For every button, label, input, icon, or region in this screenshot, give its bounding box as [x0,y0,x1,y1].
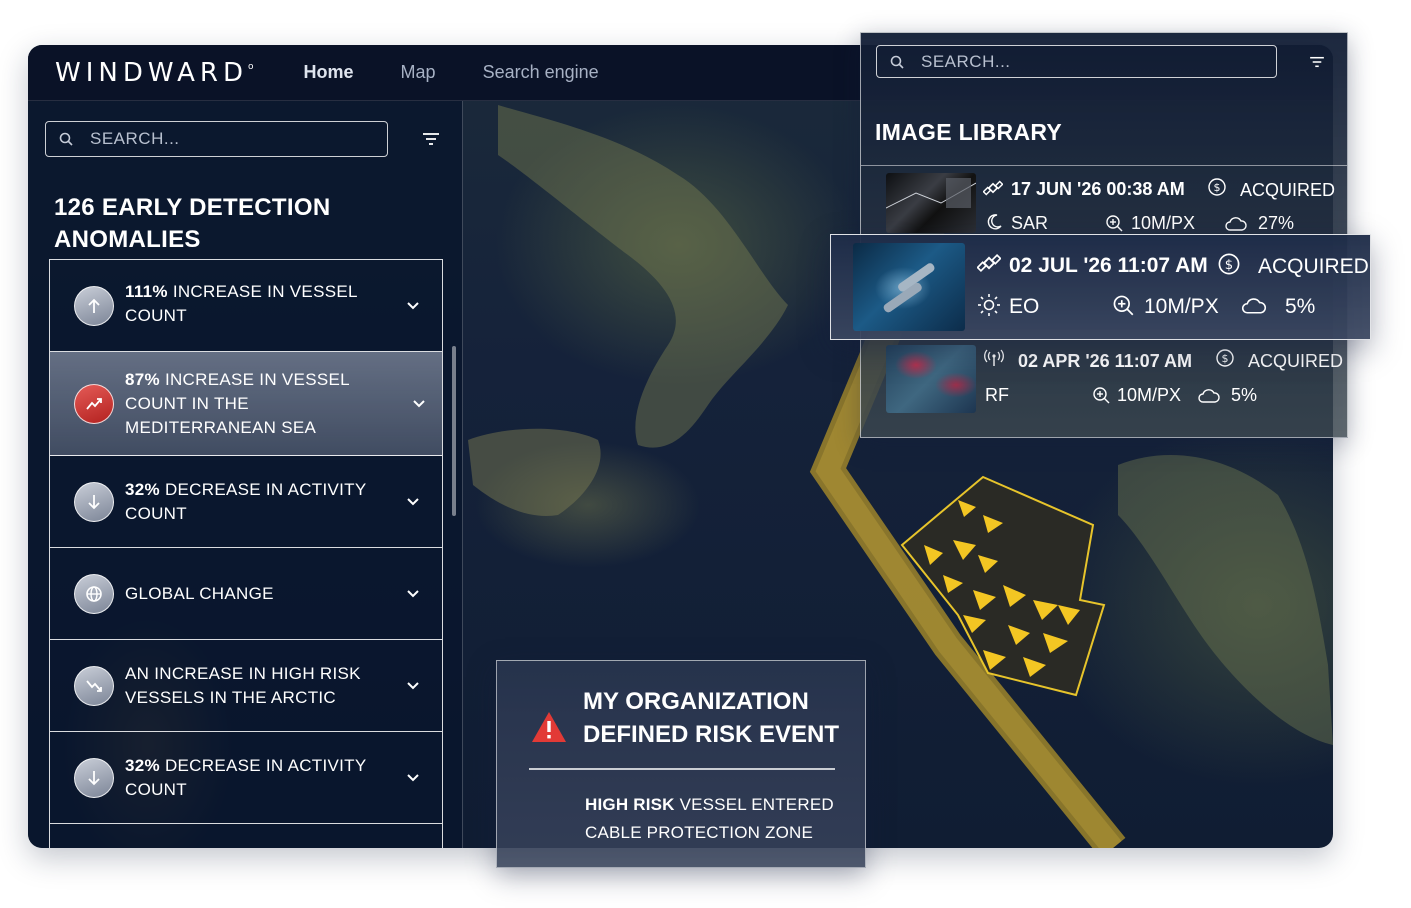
filter-icon[interactable] [1309,56,1325,68]
brand-logo[interactable]: WINDWARDo [55,58,254,88]
anomaly-item[interactable]: AN INCREASE IN HIGH RISK VESSELS IN THE … [50,640,442,732]
anomaly-item[interactable]: 32% DECREASE IN ACTIVITY COUNT [50,456,442,548]
cloud-cover: 5% [1231,385,1258,405]
anomalies-title: 126 EARLY DETECTION ANOMALIES [54,194,331,253]
warning-icon [532,712,566,742]
italy-landmass [498,105,788,448]
chevron-down-icon[interactable] [412,399,426,409]
cloud-cover: 5% [1285,295,1316,318]
chevron-down-icon[interactable] [406,589,420,599]
chevron-down-icon[interactable] [406,681,420,691]
cloud-icon [1225,217,1247,231]
satellite-icon [983,180,1003,196]
image-library-title: IMAGE LIBRARY [875,119,1063,145]
zoom-in-icon [1093,387,1110,404]
library-search-box[interactable] [876,45,1277,78]
risk-event-title: MY ORGANIZATION DEFINED RISK EVENT [583,688,840,748]
dollar-coin-icon: $ [1216,349,1234,367]
anomaly-text: AN INCREASE IN HIGH RISK VESSELS IN THE … [125,664,361,707]
anomalies-list: 111% INCREASE IN VESSEL COUNT 87% INCREA… [49,259,443,848]
chevron-down-icon[interactable] [406,301,420,311]
sidebar-search-input[interactable] [90,129,363,149]
cloud-icon [1241,298,1267,314]
globe-icon [74,573,114,614]
dollar-coin-icon: $ [1208,178,1226,196]
cloud-cover: 27% [1258,213,1295,233]
vessel-cluster-zone[interactable] [900,475,1106,697]
chevron-down-icon[interactable] [406,497,420,507]
cloud-icon [1198,389,1220,403]
eo-thumbnail[interactable] [853,243,965,331]
image-resolution: 10M/PX [1131,213,1196,233]
search-icon [890,55,904,69]
anomalies-sidebar: 126 EARLY DETECTION ANOMALIES 111% INCRE… [28,101,463,848]
satellite-icon [977,253,1001,273]
trend-down-icon [74,757,114,798]
anomaly-item-selected[interactable]: 87% INCREASE IN VESSEL COUNT IN THE MEDI… [50,352,442,456]
library-row[interactable]: 17 JUN '26 00:38 AM $ ACQUIRED SAR 10M/P… [861,173,1349,237]
acquisition-status: ACQUIRED [1248,351,1344,371]
sar-thumbnail[interactable] [886,173,976,233]
library-row-selected[interactable]: 02 JUL '26 11:07 AM $ ACQUIRED EO 10M/PX… [830,234,1371,340]
chevron-down-icon[interactable] [406,773,420,783]
risk-event-popup[interactable]: MY ORGANIZATION DEFINED RISK EVENT HIGH … [496,660,866,868]
nav-map[interactable]: Map [401,62,436,83]
anomaly-item[interactable]: 32% DECREASE IN ACTIVITY COUNT [50,732,442,824]
sun-icon [978,294,1000,316]
acquisition-status: ACQUIRED [1258,255,1369,278]
image-date: 17 JUN '26 00:38 AM [1011,179,1185,199]
sidebar-scrollbar[interactable] [452,346,456,516]
trend-up-icon [74,285,114,326]
image-date: 02 JUL '26 11:07 AM [1009,254,1208,277]
anomaly-item[interactable]: 111% INCREASE IN VESSEL COUNT [50,260,442,352]
nav-search-engine[interactable]: Search engine [483,62,599,83]
trend-down-icon [74,481,114,522]
acquisition-status: ACQUIRED [1240,180,1336,200]
library-row[interactable]: 02 APR '26 11:07 AM $ ACQUIRED RF 10M/PX… [861,343,1349,413]
anomaly-text: 32% DECREASE IN ACTIVITY COUNT [125,480,367,523]
anomaly-text: GLOBAL CHANGE [125,584,274,603]
zoom-in-icon [1106,215,1123,232]
search-icon [59,132,73,146]
divider [529,768,835,770]
image-type: EO [1009,295,1040,318]
greece-landmass [1118,455,1333,745]
image-type: SAR [1011,213,1049,233]
anomaly-item-partial[interactable] [50,824,442,848]
moon-icon [987,214,1002,230]
dollar-coin-icon: $ [1218,253,1240,275]
anomaly-item[interactable]: GLOBAL CHANGE [50,548,442,640]
filter-icon[interactable] [422,132,440,146]
image-type: RF [985,385,1009,405]
main-nav: Home Map Search engine [304,62,599,83]
image-resolution: 10M/PX [1144,295,1219,318]
radio-signal-icon [984,349,1004,366]
divider [861,165,1347,166]
sidebar-search-box[interactable] [45,121,388,157]
svg-text:$: $ [1225,258,1233,273]
anomaly-text: 32% DECREASE IN ACTIVITY COUNT [125,756,367,799]
anomaly-text: 87% INCREASE IN VESSEL COUNT IN THE MEDI… [125,370,350,437]
risk-event-description: HIGH RISK VESSEL ENTERED CABLE PROTECTIO… [585,795,834,842]
rf-thumbnail[interactable] [886,345,976,413]
risk-chart-icon [74,665,114,706]
trend-chart-icon [74,383,114,424]
svg-text:$: $ [1214,181,1221,194]
sicily-landmass [468,428,601,516]
library-search-input[interactable] [921,51,1241,72]
zoom-in-icon [1113,295,1134,316]
svg-text:$: $ [1222,352,1229,365]
image-resolution: 10M/PX [1117,385,1182,405]
anomaly-text: 111% INCREASE IN VESSEL COUNT [125,282,358,325]
image-date: 02 APR '26 11:07 AM [1018,351,1193,371]
nav-home[interactable]: Home [304,62,354,83]
